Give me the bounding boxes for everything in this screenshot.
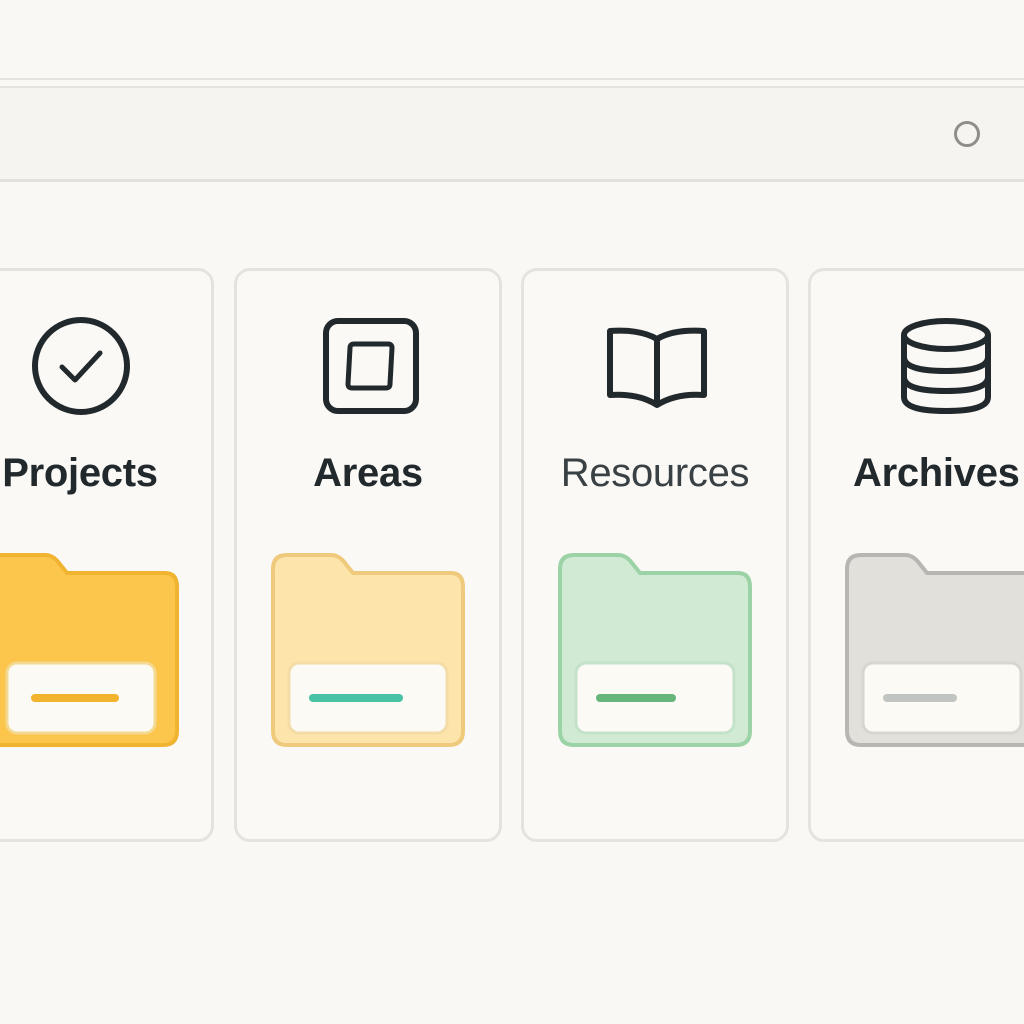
card-title: Areas bbox=[313, 451, 423, 495]
folder-icon bbox=[271, 553, 465, 747]
database-icon bbox=[901, 318, 991, 415]
card-title: Projects bbox=[2, 451, 158, 495]
toolbar bbox=[0, 86, 1024, 182]
open-book-icon bbox=[607, 327, 707, 408]
top-divider bbox=[0, 78, 1024, 80]
status-circle-icon[interactable] bbox=[954, 121, 980, 147]
folder-icon bbox=[558, 553, 752, 747]
card-title: Archives bbox=[853, 451, 1020, 495]
card-title: Resources bbox=[560, 451, 750, 495]
square-frame-icon bbox=[323, 318, 419, 414]
card-projects[interactable]: Projects bbox=[0, 268, 214, 842]
check-circle-icon bbox=[32, 317, 130, 415]
card-resources[interactable]: Resources bbox=[521, 268, 789, 842]
card-archives[interactable]: Archives bbox=[808, 268, 1024, 842]
page: Projects Areas Resources Archives bbox=[0, 0, 1024, 1024]
card-areas[interactable]: Areas bbox=[234, 268, 502, 842]
folder-icon bbox=[0, 553, 179, 747]
folder-icon bbox=[845, 553, 1024, 747]
